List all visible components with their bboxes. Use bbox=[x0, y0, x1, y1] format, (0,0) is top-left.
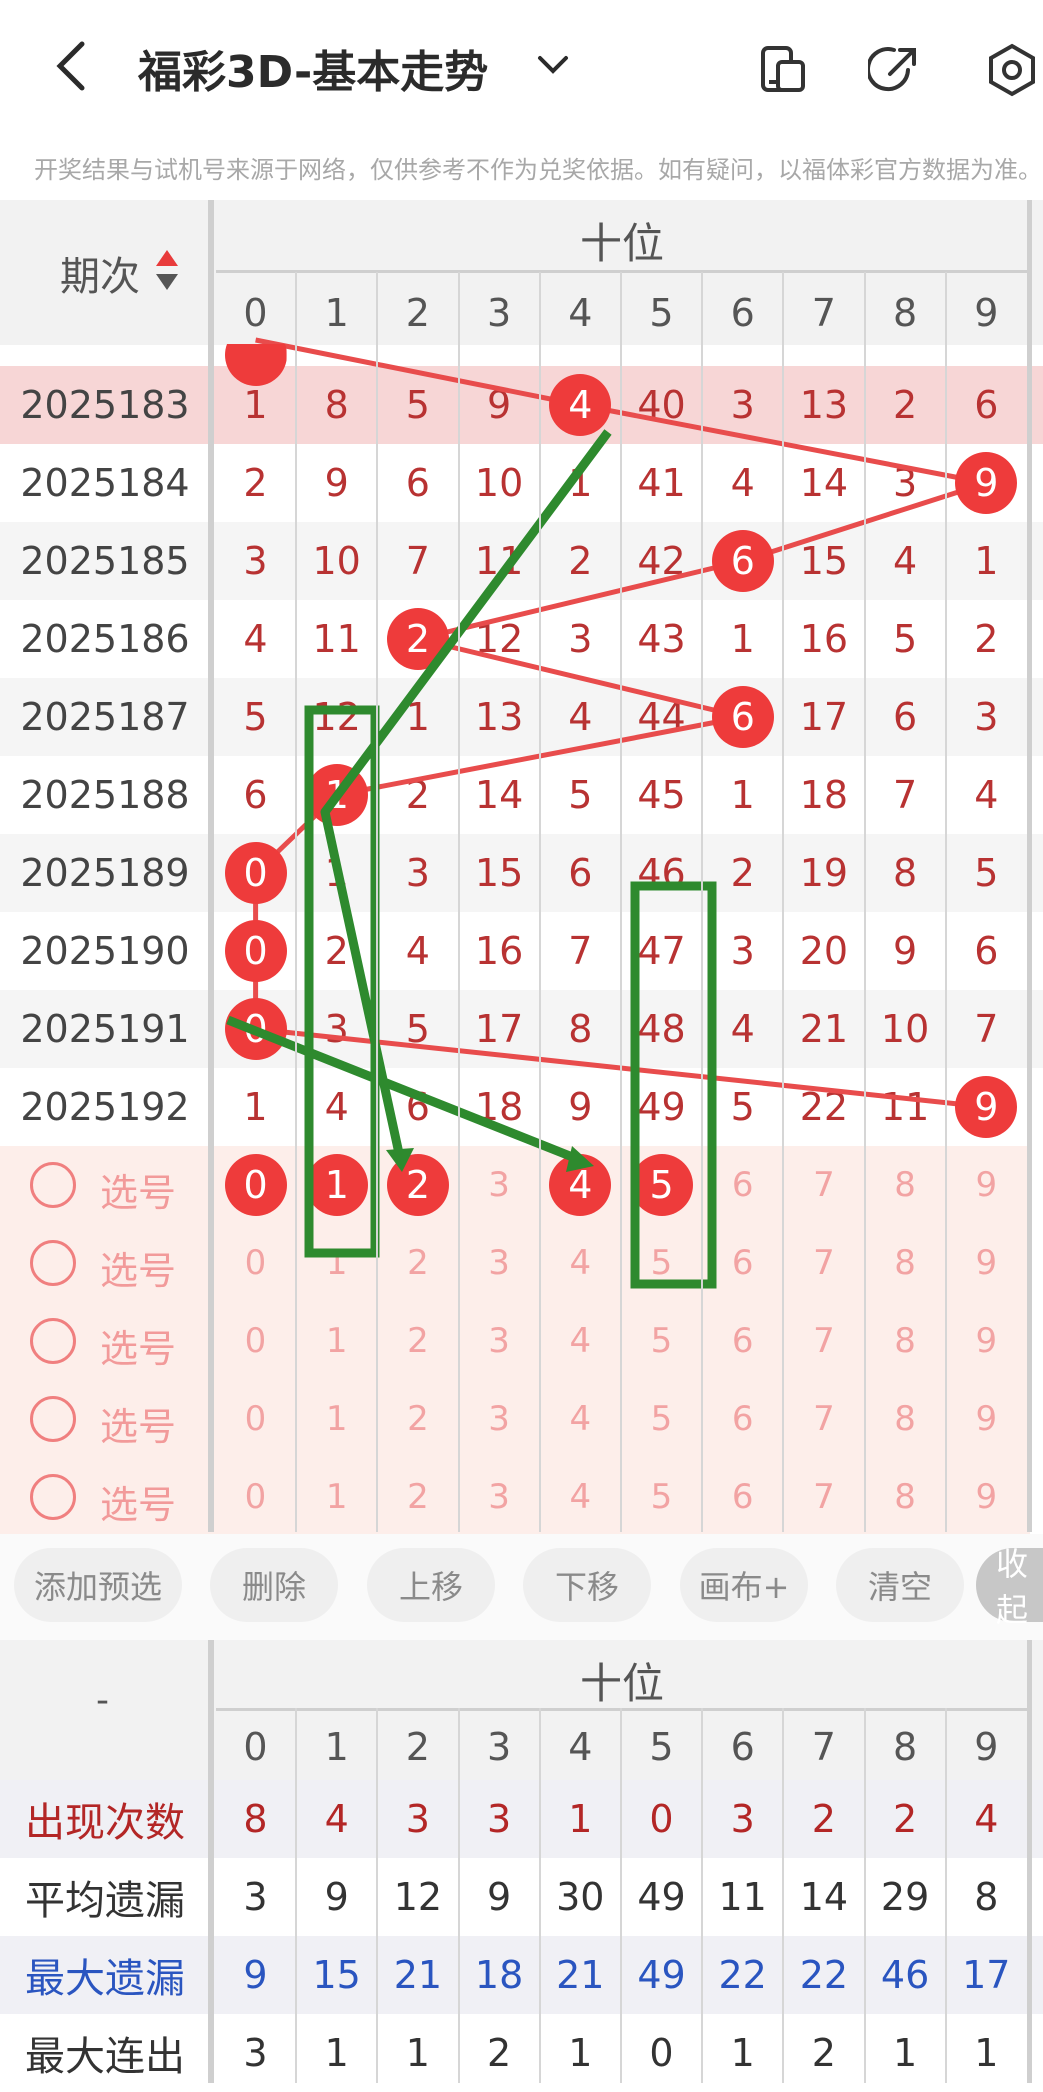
stats-row-label: 最大遗漏 bbox=[25, 1956, 185, 2002]
stats-value-cell: 8 bbox=[243, 1797, 268, 1841]
column-gridline bbox=[295, 272, 298, 1532]
stats-value-cell: 9 bbox=[324, 1875, 349, 1919]
stats-digit-header: 8 bbox=[893, 1725, 918, 1769]
stats-digit-header: 2 bbox=[405, 1725, 430, 1769]
stats-period-divider bbox=[208, 1640, 214, 2083]
annotation-arrow-line bbox=[320, 429, 612, 1159]
toolbar-button[interactable]: 画布+ bbox=[680, 1548, 808, 1622]
stats-gridline bbox=[376, 1708, 379, 2083]
column-gridline bbox=[376, 272, 379, 1532]
stats-gridline bbox=[782, 1708, 785, 2083]
stats-gridline bbox=[863, 1708, 866, 2083]
stats-digit-header: 5 bbox=[649, 1725, 674, 1769]
stats-value-cell: 2 bbox=[811, 2031, 836, 2075]
stats-value-cell: 46 bbox=[880, 1953, 930, 1997]
stats-value-cell: 15 bbox=[312, 1953, 361, 1997]
column-gridline bbox=[457, 272, 460, 1532]
stats-value-cell: 1 bbox=[974, 2031, 999, 2075]
toolbar-button[interactable]: 清空 bbox=[836, 1548, 964, 1622]
stats-value-cell: 1 bbox=[568, 2031, 593, 2075]
stats-value-cell: 22 bbox=[718, 1953, 767, 1997]
toolbar-button[interactable]: 上移 bbox=[367, 1548, 495, 1622]
stats-value-cell: 29 bbox=[880, 1875, 930, 1919]
annotation-arrowhead bbox=[566, 1146, 594, 1172]
column-gridline bbox=[863, 272, 866, 1532]
stats-corner: - bbox=[96, 1680, 109, 1721]
stats-gridline bbox=[701, 1708, 704, 2083]
stats-value-cell: 22 bbox=[799, 1953, 849, 1997]
column-gridline bbox=[538, 272, 541, 1532]
stats-gridline bbox=[295, 1708, 298, 2083]
right-edge-divider bbox=[1027, 200, 1032, 1532]
column-gridline bbox=[701, 272, 704, 1532]
stats-value-cell: 18 bbox=[474, 1953, 524, 1997]
stats-value-cell: 17 bbox=[962, 1953, 1011, 1997]
stats-value-cell: 49 bbox=[637, 1875, 686, 1919]
stats-gridline bbox=[457, 1708, 460, 2083]
stats-row: 最大连出 3 1 1 2 1 0 1 2 1 1 bbox=[0, 2014, 1043, 2092]
stats-value-cell: 3 bbox=[730, 1797, 755, 1841]
stats-digit-header: 4 bbox=[568, 1725, 593, 1769]
stats-value-cell: 1 bbox=[405, 2031, 430, 2075]
hand-annotations bbox=[226, 429, 717, 1289]
stats-gridline bbox=[620, 1708, 622, 2083]
stats-digit-header: 3 bbox=[487, 1725, 512, 1769]
stats-value-cell: 1 bbox=[568, 1797, 593, 1841]
stats-digit-header: 7 bbox=[811, 1725, 836, 1769]
stats-value-cell: 9 bbox=[243, 1953, 268, 1997]
column-gridline bbox=[620, 272, 622, 1532]
stats-digit-header: 6 bbox=[730, 1725, 755, 1769]
stats-value-cell: 2 bbox=[893, 1797, 918, 1841]
stats-value-cell: 21 bbox=[556, 1953, 605, 1997]
stats-value-cell: 4 bbox=[974, 1797, 999, 1841]
stats-value-cell: 0 bbox=[649, 1797, 674, 1841]
stats-value-cell: 2 bbox=[811, 1797, 836, 1841]
stats-group-header: 十位 bbox=[580, 1659, 665, 1708]
stats-gridline bbox=[944, 1708, 947, 2083]
stats-value-cell: 30 bbox=[556, 1875, 605, 1919]
period-column-divider bbox=[208, 200, 214, 1532]
stats-row-label: 最大连出 bbox=[25, 2034, 185, 2080]
toolbar-button[interactable]: 添加预选 bbox=[14, 1548, 182, 1622]
stats-digit-header: 1 bbox=[324, 1725, 349, 1769]
annotation-arrowhead bbox=[386, 1148, 414, 1172]
toolbar-button[interactable]: 收起 bbox=[976, 1545, 1043, 1629]
stats-value-cell: 3 bbox=[405, 1797, 430, 1841]
annotation-arrow-line bbox=[226, 1015, 582, 1165]
stats-row: 出现次数 8 4 3 3 1 0 3 2 2 4 bbox=[0, 1780, 1043, 1858]
stats-value-cell: 4 bbox=[324, 1797, 349, 1841]
stats-value-cell: 11 bbox=[718, 1875, 767, 1919]
stats-value-cell: 21 bbox=[393, 1953, 443, 1997]
toolbar-button[interactable]: 删除 bbox=[210, 1548, 338, 1622]
stats-digit-header: 9 bbox=[974, 1725, 999, 1769]
stats-value-cell: 0 bbox=[649, 2031, 674, 2075]
stats-value-cell: 3 bbox=[487, 1797, 512, 1841]
stats-value-cell: 9 bbox=[487, 1875, 512, 1919]
stats-row: 平均遗漏 3 9 12 9 30 49 11 14 29 8 bbox=[0, 1858, 1043, 1936]
stats-value-cell: 2 bbox=[487, 2031, 512, 2075]
column-gridline bbox=[782, 272, 785, 1532]
stats-value-cell: 1 bbox=[730, 2031, 755, 2075]
stats-value-cell: 14 bbox=[799, 1875, 849, 1919]
stats-value-cell: 49 bbox=[637, 1953, 686, 1997]
stats-right-divider bbox=[1027, 1640, 1032, 2083]
stats-value-cell: 3 bbox=[243, 2031, 268, 2075]
stats-value-cell: 3 bbox=[243, 1875, 268, 1919]
stats-value-cell: 1 bbox=[324, 2031, 349, 2075]
stats-row: 最大遗漏 9 15 21 18 21 49 22 22 46 17 bbox=[0, 1936, 1043, 2014]
stats-gridline bbox=[538, 1708, 541, 2083]
stats-value-cell: 8 bbox=[974, 1875, 999, 1919]
stats-digit-header: 0 bbox=[243, 1725, 268, 1769]
stats-value-cell: 12 bbox=[393, 1875, 443, 1919]
toolbar-button[interactable]: 下移 bbox=[523, 1548, 651, 1622]
stats-value-cell: 1 bbox=[893, 2031, 918, 2075]
stats-row-label: 出现次数 bbox=[25, 1800, 185, 1846]
stats-row-label: 平均遗漏 bbox=[25, 1878, 185, 1924]
column-gridline bbox=[944, 272, 947, 1532]
